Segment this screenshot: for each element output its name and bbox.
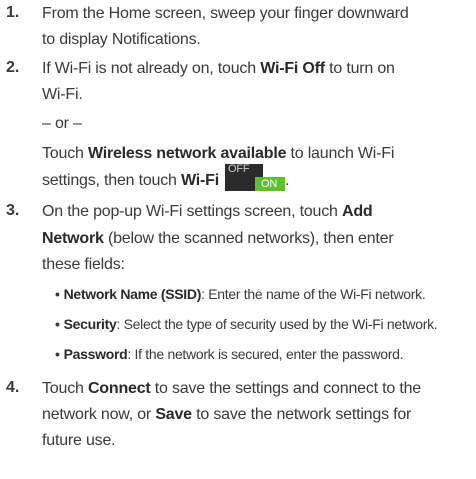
text-segment: to launch Wi-Fi — [286, 145, 395, 162]
field-item: • Network Name (SSID): Enter the name of … — [55, 286, 426, 302]
text-segment: On the pop-up Wi-Fi settings screen, tou… — [42, 203, 342, 220]
step-text: Touch Connect to save the settings and c… — [42, 378, 421, 400]
step-number: 3. — [6, 202, 20, 219]
field-item: • Security: Select the type of security u… — [55, 316, 438, 332]
text-segment: (below the scanned networks), then enter — [103, 230, 394, 247]
step-number: 1. — [6, 4, 20, 21]
text-segment: to save the settings and connect to the — [150, 380, 421, 397]
step-text: future use. — [42, 432, 116, 449]
field-item: • Password: If the network is secured, en… — [55, 346, 404, 362]
field-description: : Enter the name of the Wi-Fi network. — [201, 286, 426, 302]
network-label: Network — [42, 230, 104, 247]
connect-label: Connect — [87, 380, 151, 397]
wifi-toggle-icon: OFF ON — [224, 163, 285, 192]
field-name: Security — [63, 316, 117, 332]
text-segment: If Wi-Fi is not already on, touch — [42, 60, 261, 77]
field-name: Password — [63, 346, 128, 362]
step-text: Wi-Fi. — [42, 86, 83, 103]
wifi-off-label: Wi-Fi Off — [260, 60, 325, 77]
text-segment: to save the network settings for — [191, 406, 412, 423]
save-label: Save — [155, 406, 192, 423]
text-segment: . — [284, 172, 290, 189]
step-text: these fields: — [42, 256, 125, 273]
step-text: settings, then touch Wi-Fi OFF ON . — [42, 163, 290, 192]
step-text: Network (below the scanned networks), th… — [42, 228, 394, 250]
step-text: to display Notifications. — [42, 31, 201, 48]
step-number: 2. — [6, 59, 20, 76]
field-description: : Select the type of security used by th… — [116, 316, 438, 332]
field-description: : If the network is secured, enter the p… — [127, 346, 404, 362]
wifi-label: Wi-Fi — [181, 172, 219, 189]
step-text: network now, or Save to save the network… — [42, 404, 411, 426]
text-segment: Touch — [42, 145, 88, 162]
field-name: Network Name (SSID) — [63, 286, 202, 302]
add-label: Add — [342, 203, 373, 220]
step-number: 4. — [6, 379, 20, 396]
text-segment: to turn on — [324, 60, 395, 77]
wireless-network-available-label: Wireless network available — [87, 145, 287, 162]
text-segment: settings, then touch — [42, 172, 182, 189]
step-text: If Wi-Fi is not already on, touch Wi-Fi … — [42, 58, 395, 80]
or-separator: – or – — [42, 115, 82, 132]
step-text: On the pop-up Wi-Fi settings screen, tou… — [42, 201, 373, 223]
text-segment: network now, or — [42, 406, 156, 423]
step-text: From the Home screen, sweep your finger … — [42, 5, 409, 22]
step-text: Touch Wireless network available to laun… — [42, 143, 394, 165]
toggle-off-text: OFF — [227, 163, 250, 176]
toggle-on-text: ON — [260, 178, 278, 191]
text-segment: Touch — [42, 380, 88, 397]
